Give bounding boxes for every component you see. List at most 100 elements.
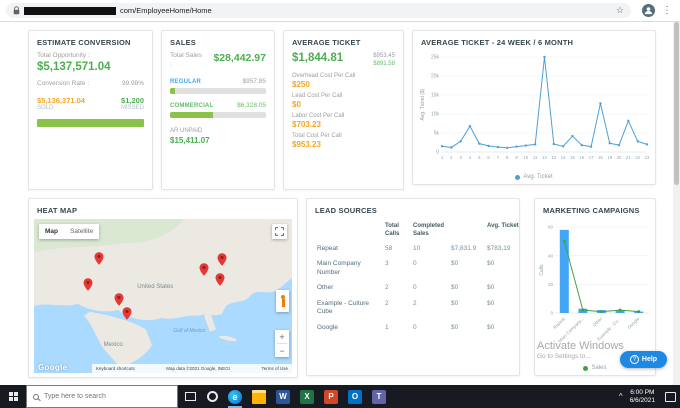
cost-per-call-row: Total Cost Per Call $953.23 [292,133,395,149]
cost-row-value: $953.23 [292,139,321,149]
lead-row-value: $0 [451,299,459,307]
clock-time: 6:00 PM [630,388,655,396]
commercial-progress-fill [170,111,214,118]
lead-row-value: $0 [451,284,459,292]
map-attribution-bar: Keyboard shortcuts Map data ©2021 Google… [92,364,292,373]
bookmark-star-icon[interactable]: ☆ [616,6,624,15]
sold-label: SOLD [37,104,54,111]
cost-per-call-row: Lead Cost Per Call $0 [292,93,395,109]
lead-row-value: $0 [487,284,495,292]
svg-text:1: 1 [441,155,444,160]
powerpoint-icon[interactable] [324,389,338,404]
system-tray: ^ 6:00 PM 6/6/2021 [619,389,680,405]
word-icon[interactable] [276,389,290,404]
task-view-icon [184,392,196,401]
question-mark-icon: ? [629,355,639,364]
start-button[interactable] [0,385,26,408]
lead-row-value: 2 [413,299,417,307]
page-scrollbar[interactable] [673,22,680,385]
map-type-button-map[interactable]: Map [39,224,64,239]
map-marker-pin[interactable] [199,262,209,281]
map-marker-pin[interactable] [83,278,93,296]
zoom-in-button[interactable]: + [275,330,289,343]
commercial-progress-bar [170,111,266,118]
browser-menu-icon[interactable]: ⋮ [660,5,674,16]
map-marker-pin[interactable] [217,253,227,271]
map-marker-pin[interactable] [94,252,103,270]
notification-center-icon[interactable] [665,391,676,402]
card-title: AVERAGE TICKET [292,38,361,47]
average-ticket-chart-card: AVERAGE TICKET - 24 WEEK / 6 MONTH 0 5k 10… [412,30,656,185]
excel-icon[interactable] [300,389,314,404]
estimate-conversion-card: ESTIMATE CONVERSION Total Opportunity : … [28,30,153,190]
conversion-rate-value: 99.98% [121,79,144,87]
terms-of-use-link[interactable]: Terms of Use [261,366,288,371]
scrollbar-thumb[interactable] [674,22,679,186]
svg-text:15: 15 [570,155,575,160]
pegman-control[interactable] [276,289,289,312]
cost-per-call-row: Labor Cost Per Call $703.23 [292,113,395,129]
cost-row-label: Lead Cost Per Call [292,92,343,99]
total-sales-label: Total Sales : [170,52,202,68]
regular-progress-fill [170,87,175,94]
commercial-segment-value: $6,328.05 [237,101,266,109]
map-marker-pin[interactable] [215,273,225,291]
clock-date: 6/6/2021 [629,396,655,404]
conversion-rate-label: Conversion Rate : [37,79,90,87]
lead-row-value: 0 [413,260,417,268]
taskbar-clock[interactable]: 6:00 PM 6/6/2021 [630,389,655,405]
edge-icon[interactable] [228,389,242,408]
cost-row-label: Overhead Cost Per Call [292,72,356,79]
lead-row-value: $0 [451,260,459,268]
omnibox[interactable]: com/EmployeeHome/Home ☆ [6,3,631,18]
cost-per-call-row: Overhead Cost Per Call $250 [292,73,395,89]
svg-text:0: 0 [436,150,439,156]
tray-chevron-icon[interactable]: ^ [619,392,623,401]
help-button[interactable]: ? Help [620,351,667,368]
regular-segment-label: REGULAR [170,78,202,85]
lead-row-label: Other [317,284,334,292]
lead-column-header: Total Calls [385,223,400,237]
missed-label: MISSED [120,104,144,111]
google-map[interactable]: United States Mexico Gulf of Mexico Map Sa… [34,219,292,373]
map-fullscreen-button[interactable] [272,224,287,239]
map-marker-pin[interactable] [122,307,132,325]
chart-legend[interactable]: Avg. Ticket [413,174,655,180]
cortana-icon[interactable] [207,391,218,402]
screen: com/EmployeeHome/Home ☆ ⋮ ESTIMATE CONVE… [0,0,680,408]
lead-row-label: Repeat [317,245,338,252]
windows-taskbar: ^ 6:00 PM 6/6/2021 [0,385,680,408]
legend-dot-icon [583,365,589,371]
lead-row-value: $0 [487,299,495,307]
file-explorer-icon[interactable] [252,389,266,404]
map-zoom-control: + − [275,330,289,357]
search-input[interactable] [44,393,154,400]
task-view-button[interactable] [178,385,202,408]
svg-text:14: 14 [561,155,566,160]
keyboard-shortcuts-link[interactable]: Keyboard shortcuts [96,366,135,371]
ar-unpaid-label: AR UNPAID [170,127,203,134]
zoom-out-button[interactable]: − [275,344,289,357]
svg-text:7: 7 [497,155,500,160]
svg-text:5k: 5k [434,131,440,137]
svg-text:6: 6 [487,155,490,160]
map-type-button-satellite[interactable]: Satellite [64,224,100,239]
card-title: HEAT MAP [37,206,78,215]
svg-text:16: 16 [579,155,584,160]
url-text: com/EmployeeHome/Home [120,6,212,15]
taskbar-search[interactable] [26,385,178,408]
total-opportunity-value: $5,137,571.04 [37,60,111,73]
svg-text:60: 60 [548,225,554,230]
lead-row-label: Google [317,323,338,331]
svg-text:40: 40 [548,253,554,258]
lead-row-label: Example - Culture Cube [317,299,370,316]
teams-icon[interactable] [372,389,386,404]
svg-text:5: 5 [478,155,481,160]
outlook-icon[interactable] [348,389,362,404]
browser-profile-avatar[interactable] [642,4,655,17]
lead-row-value: $0 [451,323,459,331]
card-title: LEAD SOURCES [315,206,377,215]
average-ticket-card: AVERAGE TICKET $1,844.81 $953.45 $891.58… [283,30,404,190]
svg-text:20k: 20k [431,74,440,80]
svg-text:3: 3 [459,155,462,160]
